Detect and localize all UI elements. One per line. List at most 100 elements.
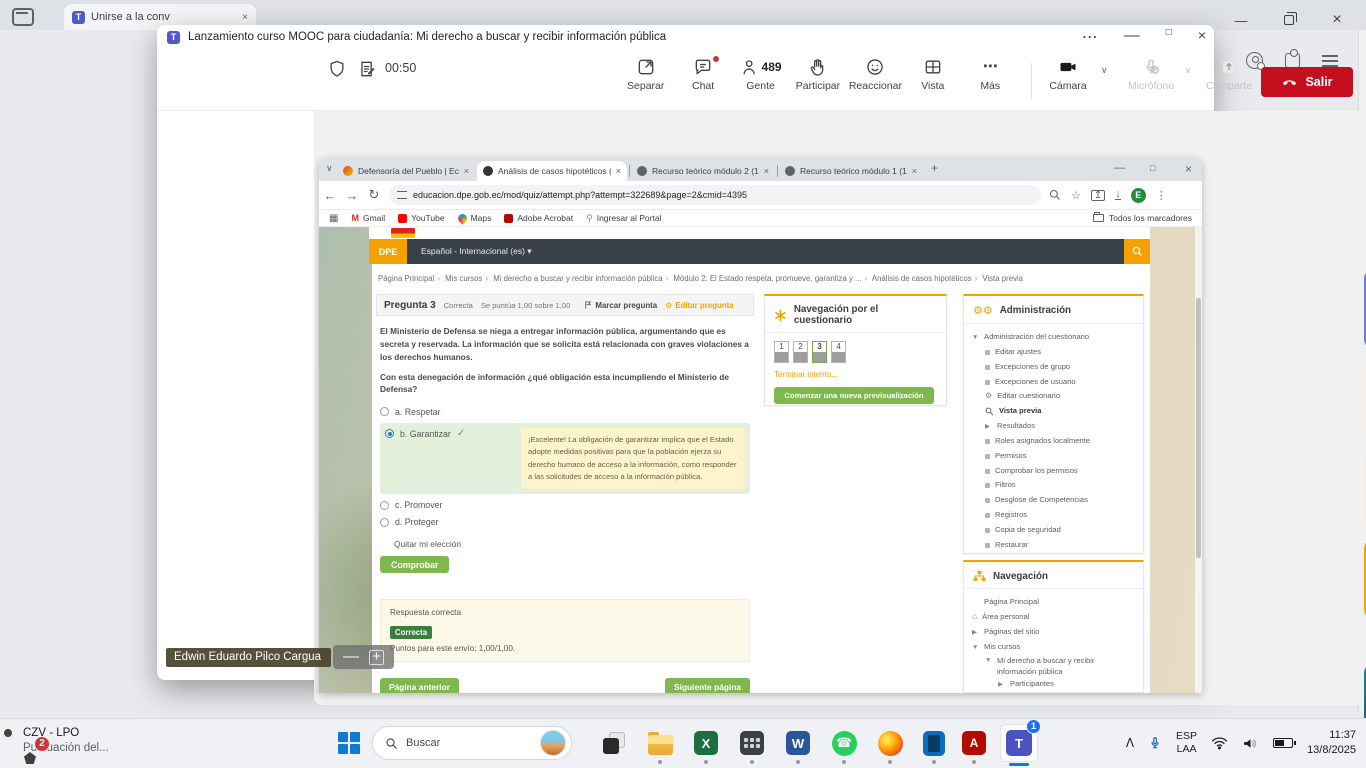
tree-item[interactable]: Excepciones de grupo [972, 360, 1135, 375]
camera-button[interactable]: Cámara [1045, 57, 1091, 92]
bookmark-portal[interactable]: ⚲Ingresar al Portal [586, 213, 661, 224]
raise-hand-button[interactable]: Participar [789, 57, 846, 92]
language-selector[interactable]: Español - Internacional (es) ▾ [421, 246, 532, 257]
breadcrumb-item[interactable]: Mi derecho a buscar y recibir informació… [493, 274, 662, 283]
task-view-button[interactable] [600, 729, 628, 757]
start-button[interactable] [338, 732, 360, 754]
reload-icon[interactable]: ↻ [363, 187, 385, 203]
browser-tab-4[interactable]: Recurso teórico módulo 1 (1).p× [779, 161, 923, 181]
breadcrumb-item[interactable]: Página Principal [378, 274, 434, 283]
sports-score-widget[interactable]: 2 CZV - LPO Puntuación del... [14, 726, 109, 756]
chat-button[interactable]: Chat [674, 57, 731, 92]
bookmark-star-icon[interactable]: ☆ [1071, 189, 1081, 202]
breadcrumb-item[interactable]: Análisis de casos hipotéticos [872, 274, 972, 283]
finish-attempt-link[interactable]: Terminar intento... [765, 367, 946, 382]
speaker-icon[interactable] [1242, 736, 1259, 751]
tree-item[interactable]: ▶Resultados [972, 419, 1135, 434]
zoom-out-icon[interactable]: — [343, 648, 359, 666]
tab-close-icon[interactable]: × [616, 166, 621, 176]
question-box-1[interactable]: 1 [774, 341, 789, 363]
edit-question-link[interactable]: ⚙ Editar pregunta [665, 301, 733, 310]
question-box-4[interactable]: 4 [831, 341, 846, 363]
tab-close-icon[interactable]: × [242, 12, 248, 23]
excel-button[interactable]: X [692, 729, 720, 757]
tree-item[interactable]: Copia de seguridad [972, 523, 1135, 538]
browser-tab-1[interactable]: Defensoría del Pueblo | Ecuado× [337, 161, 475, 181]
tree-item[interactable]: Comprobar los permisos [972, 464, 1135, 479]
file-explorer-button[interactable] [646, 729, 674, 757]
tree-item[interactable]: ▶Páginas del sitio [972, 625, 1135, 640]
firefox-button[interactable] [876, 729, 904, 757]
browser-profile-avatar[interactable]: E [1131, 188, 1146, 203]
tree-item-current[interactable]: Vista previa [972, 404, 1135, 419]
close-icon[interactable]: × [1185, 162, 1192, 176]
new-tab-icon[interactable]: + [931, 161, 938, 175]
question-box-3-current[interactable]: 3 [812, 341, 827, 363]
tree-item[interactable]: Permisos [972, 449, 1135, 464]
meeting-titlebar[interactable]: T Lanzamiento curso MOOC para ciudadanía… [157, 25, 1214, 49]
calculator-button[interactable] [738, 729, 766, 757]
zoom-icon[interactable] [1049, 189, 1061, 201]
previous-page-button[interactable]: Página anterior [380, 678, 459, 693]
tree-item[interactable]: ▶Banco de preguntas [972, 552, 1135, 554]
moodle-search-button[interactable] [1124, 239, 1150, 264]
browser-menu-icon[interactable]: ⋮ [1156, 189, 1167, 202]
meeting-notes-icon[interactable] [357, 59, 377, 79]
next-page-button[interactable]: Siguiente página [665, 678, 750, 693]
wifi-icon[interactable] [1211, 736, 1228, 750]
tree-item[interactable]: Página Principal [972, 595, 1135, 610]
tree-item[interactable]: Editar ajustes [972, 345, 1135, 360]
clock[interactable]: 11:37 13/8/2025 [1307, 728, 1356, 758]
browser-tab-3[interactable]: Recurso teórico módulo 2 (1).p× [631, 161, 775, 181]
tree-item[interactable]: Restaurar [972, 538, 1135, 553]
zoom-in-icon[interactable]: + [369, 650, 384, 665]
all-bookmarks[interactable]: Todos los marcadores [1093, 213, 1192, 223]
breadcrumb-item[interactable]: Mis cursos [445, 274, 482, 283]
new-preview-button[interactable]: Comenzar una nueva previsualización [774, 387, 934, 404]
radio-icon[interactable] [380, 518, 389, 527]
forward-icon[interactable]: → [341, 188, 363, 203]
battery-icon[interactable] [1273, 738, 1293, 748]
answer-option-b-selected[interactable]: b. Garantizar ✓ ¡Excelente! La obligació… [380, 423, 750, 494]
phone-link-button[interactable] [920, 729, 948, 757]
tree-item[interactable]: Insignias [972, 692, 1135, 693]
bookmark-youtube[interactable]: YouTube [398, 213, 444, 223]
bookmark-acrobat[interactable]: Adobe Acrobat [504, 213, 573, 223]
answer-option-c[interactable]: c. Promover [380, 497, 750, 514]
minimize-icon[interactable]: — [1124, 27, 1140, 47]
tree-item[interactable]: ⚙Editar cuestionario [972, 389, 1135, 404]
tree-item[interactable]: ▼Mi derecho a buscar y recibir informaci… [972, 655, 1135, 678]
react-button[interactable]: Reaccionar [847, 57, 904, 92]
back-icon[interactable]: ← [319, 188, 341, 203]
tree-item[interactable]: ⌂Área personal [972, 610, 1135, 625]
restore-icon[interactable] [1274, 8, 1304, 32]
send-to-device-icon[interactable]: ↥ [1091, 190, 1105, 201]
check-button[interactable]: Comprobar [380, 556, 449, 573]
share-button[interactable]: Comparte [1200, 57, 1258, 92]
menu-icon[interactable] [1322, 55, 1338, 67]
more-button[interactable]: ⋯ Más [962, 57, 1019, 92]
tree-item[interactable]: Desglose de Competencias [972, 493, 1135, 508]
tree-item[interactable]: Excepciones de usuario [972, 375, 1135, 390]
whatsapp-button[interactable]: ☎ [830, 729, 858, 757]
clear-choice-link[interactable]: Quitar mi elección [394, 539, 750, 549]
flag-question-link[interactable]: Marcar pregunta [584, 300, 657, 310]
close-icon[interactable]: × [1322, 8, 1352, 32]
minimize-icon[interactable]: — [1226, 8, 1256, 32]
search-highlight-image[interactable] [540, 730, 566, 756]
extensions-icon[interactable] [1285, 53, 1300, 68]
tab-close-icon[interactable]: × [764, 166, 769, 176]
shield-icon[interactable] [327, 59, 347, 79]
more-options-icon[interactable]: ⋯ [1082, 27, 1098, 47]
microphone-options-chevron-icon[interactable]: ∨ [1185, 65, 1192, 76]
bookmark-gmail[interactable]: MGmail [351, 213, 385, 223]
tray-chevron-up-icon[interactable]: ᐱ [1126, 736, 1134, 750]
radio-icon[interactable] [380, 407, 389, 416]
tree-item[interactable]: ▶Participantes [972, 677, 1135, 692]
close-icon[interactable]: × [1198, 27, 1206, 47]
language-indicator[interactable]: ESP LAA [1176, 730, 1197, 756]
radio-icon[interactable] [380, 501, 389, 510]
question-box-2[interactable]: 2 [793, 341, 808, 363]
tree-item[interactable]: ▼Mis cursos [972, 640, 1135, 655]
microphone-button[interactable]: Micrófono [1122, 57, 1180, 92]
